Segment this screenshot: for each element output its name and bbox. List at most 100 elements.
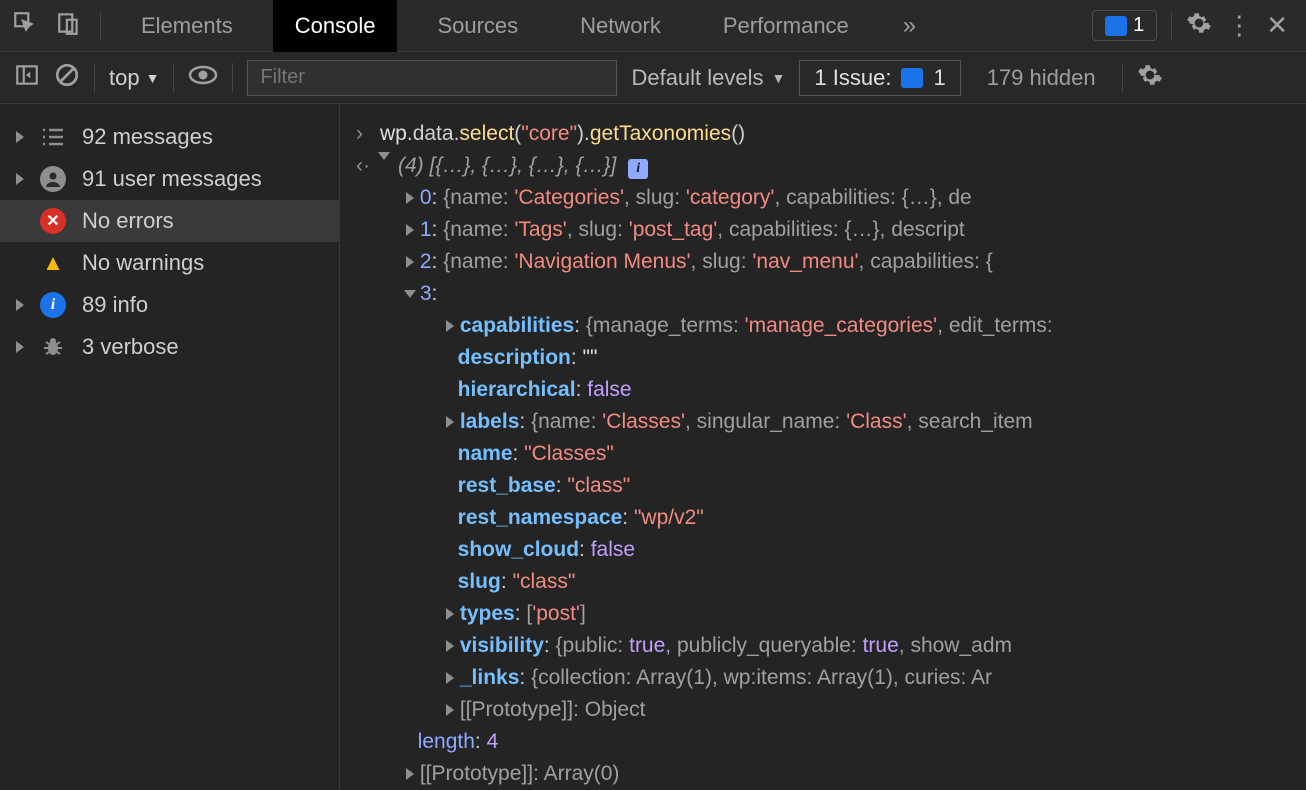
tab-console[interactable]: Console: [273, 0, 398, 52]
chevron-down-icon: ▼: [772, 70, 786, 86]
expand-icon: [16, 299, 24, 311]
result-icon: ‹·: [356, 150, 370, 182]
divider: [94, 63, 95, 93]
issues-label: 1 Issue:: [814, 65, 891, 91]
sidebar-toggle-icon[interactable]: [14, 62, 40, 93]
warning-icon: ▲: [40, 250, 66, 276]
prop-prototype[interactable]: [[Prototype]]: Object: [356, 694, 1306, 726]
expand-icon[interactable]: [446, 704, 454, 716]
user-icon: [40, 166, 66, 192]
inspect-icon[interactable]: [12, 10, 38, 41]
expand-icon[interactable]: [446, 640, 454, 652]
expand-icon[interactable]: [378, 152, 390, 160]
divider: [173, 63, 174, 93]
context-label: top: [109, 65, 140, 91]
divider: [100, 11, 101, 41]
prop-types[interactable]: types: ['post']: [356, 598, 1306, 630]
sidebar-item-label: No warnings: [82, 250, 204, 276]
hidden-count[interactable]: 179 hidden: [987, 65, 1096, 91]
console-settings-icon[interactable]: [1137, 62, 1163, 93]
sidebar-item-messages[interactable]: 92 messages: [0, 116, 339, 158]
expand-icon[interactable]: [406, 224, 414, 236]
sidebar-item-label: 91 user messages: [82, 166, 262, 192]
console-toolbar: top ▼ Default levels ▼ 1 Issue: 1 179 hi…: [0, 52, 1306, 104]
prompt-icon: ›: [356, 118, 370, 150]
error-icon: ✕: [40, 208, 66, 234]
console-expression: wp.data.select("core").getTaxonomies(): [380, 118, 745, 150]
filter-input[interactable]: [247, 60, 617, 96]
prop-links[interactable]: _links: {collection: Array(1), wp:items:…: [356, 662, 1306, 694]
array-item-3[interactable]: 3:: [356, 278, 1306, 310]
array-prototype[interactable]: [[Prototype]]: Array(0): [356, 758, 1306, 790]
context-selector[interactable]: top ▼: [109, 65, 159, 91]
levels-label: Default levels: [631, 65, 763, 91]
expand-icon[interactable]: [446, 320, 454, 332]
array-item-1[interactable]: 1: {name: 'Tags', slug: 'post_tag', capa…: [356, 214, 1306, 246]
device-toggle-icon[interactable]: [56, 10, 82, 41]
sidebar-item-verbose[interactable]: 3 verbose: [0, 326, 339, 368]
tab-performance[interactable]: Performance: [701, 0, 871, 52]
expand-icon: [16, 173, 24, 185]
prop-name: name: "Classes": [356, 438, 1306, 470]
array-item-0[interactable]: 0: {name: 'Categories', slug: 'category'…: [356, 182, 1306, 214]
prop-description: description: "": [356, 342, 1306, 374]
issues-box[interactable]: 1 Issue: 1: [799, 60, 960, 96]
chevron-down-icon: ▼: [146, 70, 160, 86]
divider: [232, 63, 233, 93]
tab-elements[interactable]: Elements: [119, 0, 255, 52]
divider: [1171, 11, 1172, 41]
sidebar-item-user-messages[interactable]: 91 user messages: [0, 158, 339, 200]
devtools-tabbar: Elements Console Sources Network Perform…: [0, 0, 1306, 52]
tabbar-right: 1 ⋮ ✕: [1092, 10, 1306, 41]
expand-icon[interactable]: [446, 416, 454, 428]
sidebar-item-label: 3 verbose: [82, 334, 179, 360]
chat-icon: [1105, 16, 1127, 36]
info-badge-icon[interactable]: i: [628, 159, 648, 179]
prop-hierarchical: hierarchical: false: [356, 374, 1306, 406]
expand-icon[interactable]: [406, 768, 414, 780]
divider: [1122, 63, 1123, 93]
sidebar: 92 messages 91 user messages ✕ No errors…: [0, 104, 340, 790]
issue-count: 1: [933, 65, 945, 91]
main-area: 92 messages 91 user messages ✕ No errors…: [0, 104, 1306, 790]
levels-selector[interactable]: Default levels ▼: [631, 65, 785, 91]
sidebar-item-label: 89 info: [82, 292, 148, 318]
clear-console-icon[interactable]: [54, 62, 80, 93]
live-expression-icon[interactable]: [188, 64, 218, 91]
expand-icon[interactable]: [446, 608, 454, 620]
expand-icon: [16, 131, 24, 143]
prop-rest-base: rest_base: "class": [356, 470, 1306, 502]
tabbar-left: Elements Console Sources Network Perform…: [0, 0, 930, 52]
expand-icon[interactable]: [446, 672, 454, 684]
array-item-2[interactable]: 2: {name: 'Navigation Menus', slug: 'nav…: [356, 246, 1306, 278]
tab-sources[interactable]: Sources: [415, 0, 540, 52]
close-icon[interactable]: ✕: [1266, 10, 1288, 41]
prop-rest-namespace: rest_namespace: "wp/v2": [356, 502, 1306, 534]
info-icon: i: [40, 292, 66, 318]
array-length: length: 4: [356, 726, 1306, 758]
issues-count: 1: [1133, 14, 1144, 37]
more-tabs-icon[interactable]: »: [889, 12, 930, 40]
list-icon: [40, 124, 66, 150]
tab-network[interactable]: Network: [558, 0, 683, 52]
console-input-row: › wp.data.select("core").getTaxonomies(): [356, 118, 1306, 150]
chat-icon: [901, 68, 923, 88]
settings-icon[interactable]: [1186, 10, 1212, 41]
expand-icon[interactable]: [404, 290, 416, 298]
expand-icon[interactable]: [406, 256, 414, 268]
sidebar-item-errors[interactable]: ✕ No errors: [0, 200, 339, 242]
prop-capabilities[interactable]: capabilities: {manage_terms: 'manage_cat…: [356, 310, 1306, 342]
bug-icon: [40, 334, 66, 360]
sidebar-item-info[interactable]: i 89 info: [0, 284, 339, 326]
console-output: › wp.data.select("core").getTaxonomies()…: [340, 104, 1306, 790]
expand-icon[interactable]: [406, 192, 414, 204]
prop-visibility[interactable]: visibility: {public: true, publicly_quer…: [356, 630, 1306, 662]
prop-labels[interactable]: labels: {name: 'Classes', singular_name:…: [356, 406, 1306, 438]
array-summary: (4) [{…}, {…}, {…}, {…}] i: [398, 150, 648, 182]
prop-show-cloud: show_cloud: false: [356, 534, 1306, 566]
issues-badge[interactable]: 1: [1092, 10, 1157, 41]
console-result-row[interactable]: ‹· (4) [{…}, {…}, {…}, {…}] i: [356, 150, 1306, 182]
sidebar-item-label: No errors: [82, 208, 174, 234]
kebab-icon[interactable]: ⋮: [1226, 10, 1252, 41]
sidebar-item-warnings[interactable]: ▲ No warnings: [0, 242, 339, 284]
